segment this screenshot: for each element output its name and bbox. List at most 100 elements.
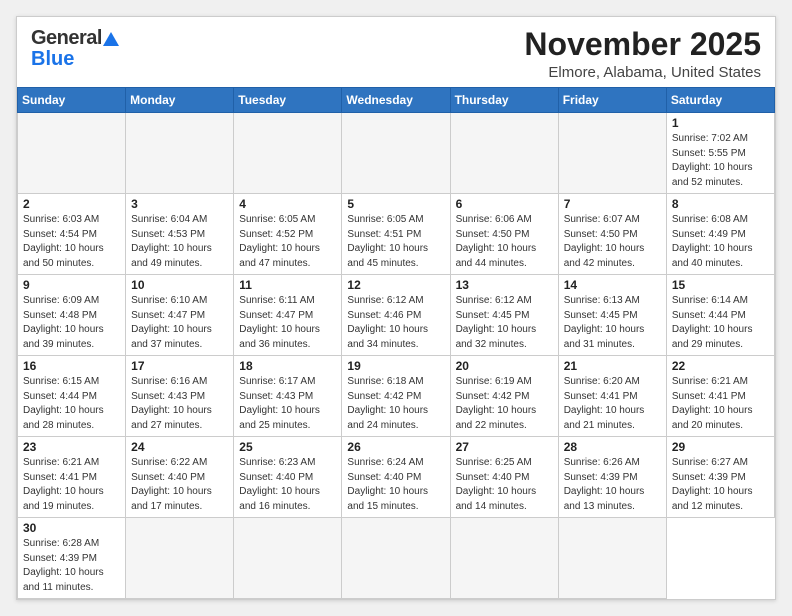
calendar-week-row: 16 Sunrise: 6:15 AM Sunset: 4:44 PM Dayli… <box>18 356 775 437</box>
day-number: 4 <box>239 197 336 211</box>
day-number: 23 <box>23 440 120 454</box>
day-number: 16 <box>23 359 120 373</box>
header-saturday: Saturday <box>666 88 774 113</box>
table-row: 17Sunrise: 6:16 AM Sunset: 4:43 PM Dayli… <box>126 356 234 437</box>
day-number: 5 <box>347 197 444 211</box>
table-row: 11 Sunrise: 6:11 AM Sunset: 4:47 PM Dayli… <box>234 275 342 356</box>
title-area: November 2025 Elmore, Alabama, United St… <box>524 27 761 81</box>
day-number: 11 <box>239 278 336 292</box>
day-info: Sunrise: 6:26 AM Sunset: 4:39 PM Dayligh… <box>564 456 661 514</box>
day-number: 2 <box>23 197 120 211</box>
table-row: 6 Sunrise: 6:06 AM Sunset: 4:50 PM Daylig… <box>450 194 558 275</box>
table-row: 24Sunrise: 6:22 AM Sunset: 4:40 PM Dayli… <box>126 437 234 518</box>
header-wednesday: Wednesday <box>342 88 450 113</box>
day-number: 7 <box>564 197 661 211</box>
header-monday: Monday <box>126 88 234 113</box>
table-row: 8 Sunrise: 6:08 AM Sunset: 4:49 PM Daylig… <box>666 194 774 275</box>
table-row: 14 Sunrise: 6:13 AM Sunset: 4:45 PM Dayli… <box>558 275 666 356</box>
table-row <box>342 518 450 599</box>
header-friday: Friday <box>558 88 666 113</box>
day-info: Sunrise: 6:25 AM Sunset: 4:40 PM Dayligh… <box>456 456 553 514</box>
day-info: Sunrise: 6:13 AM Sunset: 4:45 PM Dayligh… <box>564 294 661 352</box>
day-number: 30 <box>23 521 120 535</box>
day-info: Sunrise: 6:17 AM Sunset: 4:43 PM Dayligh… <box>239 375 336 433</box>
day-info: Sunrise: 6:08 AM Sunset: 4:49 PM Dayligh… <box>672 213 769 271</box>
day-number: 26 <box>347 440 444 454</box>
logo-area: General Blue <box>31 27 119 71</box>
table-row <box>558 113 666 194</box>
table-row <box>450 518 558 599</box>
table-row: 1 Sunrise: 7:02 AM Sunset: 5:55 PM Daylig… <box>666 113 774 194</box>
table-row <box>18 113 126 194</box>
table-row: 23 Sunrise: 6:21 AM Sunset: 4:41 PM Dayli… <box>18 437 126 518</box>
day-number: 21 <box>564 359 661 373</box>
header-tuesday: Tuesday <box>234 88 342 113</box>
day-info: Sunrise: 6:11 AM Sunset: 4:47 PM Dayligh… <box>239 294 336 352</box>
day-info: Sunrise: 6:21 AM Sunset: 4:41 PM Dayligh… <box>672 375 769 433</box>
day-number: 19 <box>347 359 444 373</box>
table-row: 9 Sunrise: 6:09 AM Sunset: 4:48 PM Daylig… <box>18 275 126 356</box>
day-number: 3 <box>131 197 228 211</box>
table-row: 30 Sunrise: 6:28 AM Sunset: 4:39 PM Dayli… <box>18 518 126 599</box>
day-number: 6 <box>456 197 553 211</box>
logo-block: General <box>31 27 119 50</box>
day-info: Sunrise: 7:02 AM Sunset: 5:55 PM Dayligh… <box>672 132 769 190</box>
day-info: Sunrise: 6:18 AM Sunset: 4:42 PM Dayligh… <box>347 375 444 433</box>
day-number: 10 <box>131 278 228 292</box>
day-number: 1 <box>672 116 769 130</box>
calendar-table: Sunday Monday Tuesday Wednesday Thursday… <box>17 87 775 599</box>
table-row: 13 Sunrise: 6:12 AM Sunset: 4:45 PM Dayli… <box>450 275 558 356</box>
day-info: Sunrise: 6:28 AM Sunset: 4:39 PM Dayligh… <box>23 537 120 595</box>
table-row <box>450 113 558 194</box>
day-info: Sunrise: 6:19 AM Sunset: 4:42 PM Dayligh… <box>456 375 553 433</box>
location-title: Elmore, Alabama, United States <box>524 64 761 81</box>
calendar-container: General Blue November 2025 Elmore, Alaba… <box>16 16 776 600</box>
table-row: 4Sunrise: 6:05 AM Sunset: 4:52 PM Daylig… <box>234 194 342 275</box>
day-info: Sunrise: 6:04 AM Sunset: 4:53 PM Dayligh… <box>131 213 228 271</box>
day-number: 9 <box>23 278 120 292</box>
table-row: 18Sunrise: 6:17 AM Sunset: 4:43 PM Dayli… <box>234 356 342 437</box>
logo-triangle-icon <box>103 32 119 46</box>
table-row: 28 Sunrise: 6:26 AM Sunset: 4:39 PM Dayli… <box>558 437 666 518</box>
day-info: Sunrise: 6:06 AM Sunset: 4:50 PM Dayligh… <box>456 213 553 271</box>
day-info: Sunrise: 6:22 AM Sunset: 4:40 PM Dayligh… <box>131 456 228 514</box>
day-info: Sunrise: 6:20 AM Sunset: 4:41 PM Dayligh… <box>564 375 661 433</box>
table-row: 7Sunrise: 6:07 AM Sunset: 4:50 PM Daylig… <box>558 194 666 275</box>
day-info: Sunrise: 6:15 AM Sunset: 4:44 PM Dayligh… <box>23 375 120 433</box>
day-info: Sunrise: 6:10 AM Sunset: 4:47 PM Dayligh… <box>131 294 228 352</box>
day-info: Sunrise: 6:03 AM Sunset: 4:54 PM Dayligh… <box>23 213 120 271</box>
table-row: 3 Sunrise: 6:04 AM Sunset: 4:53 PM Daylig… <box>126 194 234 275</box>
weekday-header-row: Sunday Monday Tuesday Wednesday Thursday… <box>18 88 775 113</box>
table-row: 25Sunrise: 6:23 AM Sunset: 4:40 PM Dayli… <box>234 437 342 518</box>
day-number: 13 <box>456 278 553 292</box>
day-info: Sunrise: 6:12 AM Sunset: 4:45 PM Dayligh… <box>456 294 553 352</box>
table-row: 2 Sunrise: 6:03 AM Sunset: 4:54 PM Daylig… <box>18 194 126 275</box>
day-number: 12 <box>347 278 444 292</box>
table-row: 16 Sunrise: 6:15 AM Sunset: 4:44 PM Dayli… <box>18 356 126 437</box>
table-row: 19 Sunrise: 6:18 AM Sunset: 4:42 PM Dayli… <box>342 356 450 437</box>
day-number: 14 <box>564 278 661 292</box>
day-number: 17 <box>131 359 228 373</box>
header-sunday: Sunday <box>18 88 126 113</box>
day-info: Sunrise: 6:09 AM Sunset: 4:48 PM Dayligh… <box>23 294 120 352</box>
table-row: 21 Sunrise: 6:20 AM Sunset: 4:41 PM Dayli… <box>558 356 666 437</box>
logo-text: General <box>31 27 102 50</box>
day-number: 29 <box>672 440 769 454</box>
calendar-week-row: 1 Sunrise: 7:02 AM Sunset: 5:55 PM Daylig… <box>18 113 775 194</box>
day-number: 22 <box>672 359 769 373</box>
day-number: 15 <box>672 278 769 292</box>
table-row <box>126 113 234 194</box>
table-row: 20 Sunrise: 6:19 AM Sunset: 4:42 PM Dayli… <box>450 356 558 437</box>
day-number: 28 <box>564 440 661 454</box>
day-info: Sunrise: 6:23 AM Sunset: 4:40 PM Dayligh… <box>239 456 336 514</box>
calendar-header: General Blue November 2025 Elmore, Alaba… <box>17 17 775 87</box>
table-row: 29Sunrise: 6:27 AM Sunset: 4:39 PM Dayli… <box>666 437 774 518</box>
day-number: 20 <box>456 359 553 373</box>
table-row: 12Sunrise: 6:12 AM Sunset: 4:46 PM Dayli… <box>342 275 450 356</box>
table-row: 27Sunrise: 6:25 AM Sunset: 4:40 PM Dayli… <box>450 437 558 518</box>
day-info: Sunrise: 6:14 AM Sunset: 4:44 PM Dayligh… <box>672 294 769 352</box>
day-number: 8 <box>672 197 769 211</box>
month-title: November 2025 <box>524 27 761 62</box>
day-info: Sunrise: 6:21 AM Sunset: 4:41 PM Dayligh… <box>23 456 120 514</box>
calendar-week-row: 2 Sunrise: 6:03 AM Sunset: 4:54 PM Daylig… <box>18 194 775 275</box>
